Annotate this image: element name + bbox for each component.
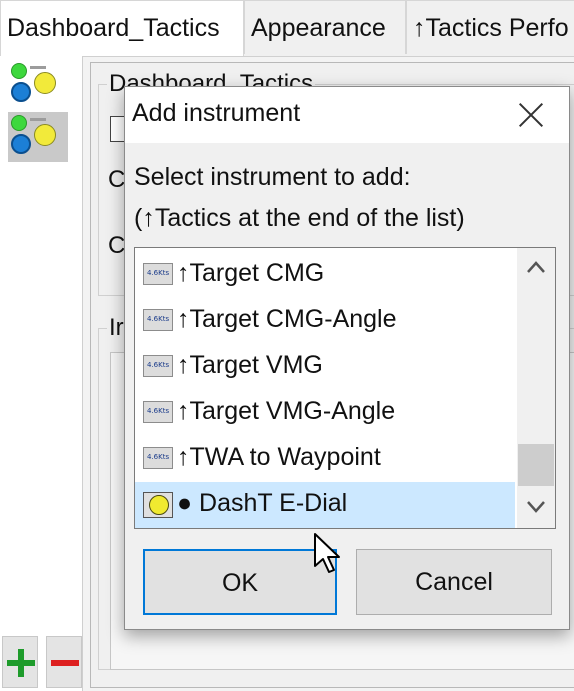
- tab-strip: Dashboard_Tactics Appearance ↑Tactics Pe…: [0, 0, 574, 57]
- remove-dashboard-button[interactable]: [46, 636, 82, 688]
- ok-button[interactable]: OK: [143, 549, 337, 615]
- instrument-thumbnail-icon: [11, 63, 27, 79]
- option-label: C: [108, 166, 126, 193]
- plus-icon-bar: [18, 649, 24, 677]
- close-icon[interactable]: [511, 95, 551, 135]
- tab-tactics-performance[interactable]: ↑Tactics Perfo: [406, 0, 574, 54]
- tab-label: ↑Tactics Perfo: [413, 14, 569, 42]
- thumbnail-dial: [34, 72, 56, 94]
- dashboard-list[interactable]: [0, 56, 83, 691]
- tab-label: Appearance: [251, 14, 386, 42]
- icon-text: 4.6Kts: [147, 361, 170, 369]
- kts-icon: 4.6Kts: [143, 263, 173, 285]
- prompt-line: Select instrument to add:: [134, 163, 411, 191]
- icon-text: 4.6Kts: [147, 453, 170, 461]
- icon-text: 4.6Kts: [147, 407, 170, 415]
- list-item-label: ↑TWA to Waypoint: [177, 443, 381, 471]
- tab-dashboard-tactics[interactable]: Dashboard_Tactics: [0, 0, 244, 56]
- scroll-up-button[interactable]: [517, 248, 555, 288]
- dialog-prompt: Select instrument to add: (↑Tactics at t…: [134, 157, 465, 239]
- icon-text: 4.6Kts: [147, 315, 170, 323]
- instrument-thumbnail-icon: [11, 115, 27, 131]
- thumbnail-compass: [11, 134, 31, 154]
- add-dashboard-button[interactable]: [2, 636, 38, 688]
- list-scrollbar[interactable]: [517, 248, 555, 528]
- list-item-label: ↑Target CMG: [177, 259, 325, 287]
- kts-icon: 4.6Kts: [143, 355, 173, 377]
- list-item-label: ↑Target VMG-Angle: [177, 397, 396, 425]
- tab-label: Dashboard_Tactics: [7, 14, 220, 42]
- list-item[interactable]: 4.6Kts ↑Target CMG-Angle: [135, 298, 515, 344]
- cancel-button[interactable]: Cancel: [356, 549, 552, 615]
- prompt-line: (↑Tactics at the end of the list): [134, 204, 465, 232]
- option-label: C: [108, 232, 126, 259]
- thumbnail-compass: [11, 82, 31, 102]
- thumbnail-line: [30, 118, 46, 121]
- minus-icon: [51, 660, 79, 666]
- chevron-down-icon: [527, 501, 545, 513]
- kts-icon: 4.6Kts: [143, 447, 173, 469]
- kts-icon: 4.6Kts: [143, 401, 173, 423]
- dialog-titlebar: Add instrument: [125, 87, 569, 143]
- list-item[interactable]: 4.6Kts ↑Target CMG: [135, 252, 515, 298]
- list-item-label: ↑Target CMG-Angle: [177, 305, 397, 333]
- add-instrument-dialog: Add instrument Select instrument to add:…: [124, 86, 570, 630]
- dial-icon: [143, 492, 173, 518]
- dialog-title: Add instrument: [132, 99, 301, 127]
- scroll-down-button[interactable]: [517, 488, 555, 528]
- dashboard-item[interactable]: [8, 60, 68, 110]
- list-item[interactable]: 4.6Kts ↑TWA to Waypoint: [135, 436, 515, 482]
- dial-face: [149, 495, 169, 515]
- instrument-listbox[interactable]: 4.6Kts ↑Target CMG 4.6Kts ↑Target CMG-An…: [134, 247, 556, 529]
- icon-text: 4.6Kts: [147, 269, 170, 277]
- list-item-selected[interactable]: ● DashT E-Dial: [135, 482, 515, 528]
- tab-appearance[interactable]: Appearance: [244, 0, 406, 54]
- list-item-label: ● DashT E-Dial: [177, 489, 348, 517]
- list-item[interactable]: 4.6Kts ↑Target VMG-Angle: [135, 390, 515, 436]
- list-item-label: ↑Target VMG: [177, 351, 323, 379]
- group-title: Ir: [107, 314, 126, 342]
- thumbnail-dial: [34, 124, 56, 146]
- kts-icon: 4.6Kts: [143, 309, 173, 331]
- list-item[interactable]: 4.6Kts ↑Target VMG: [135, 344, 515, 390]
- thumbnail-line: [30, 66, 46, 69]
- chevron-up-icon: [527, 261, 545, 273]
- mouse-cursor-icon: [314, 533, 340, 573]
- dashboard-item-selected[interactable]: [8, 112, 68, 162]
- scroll-thumb[interactable]: [518, 444, 554, 486]
